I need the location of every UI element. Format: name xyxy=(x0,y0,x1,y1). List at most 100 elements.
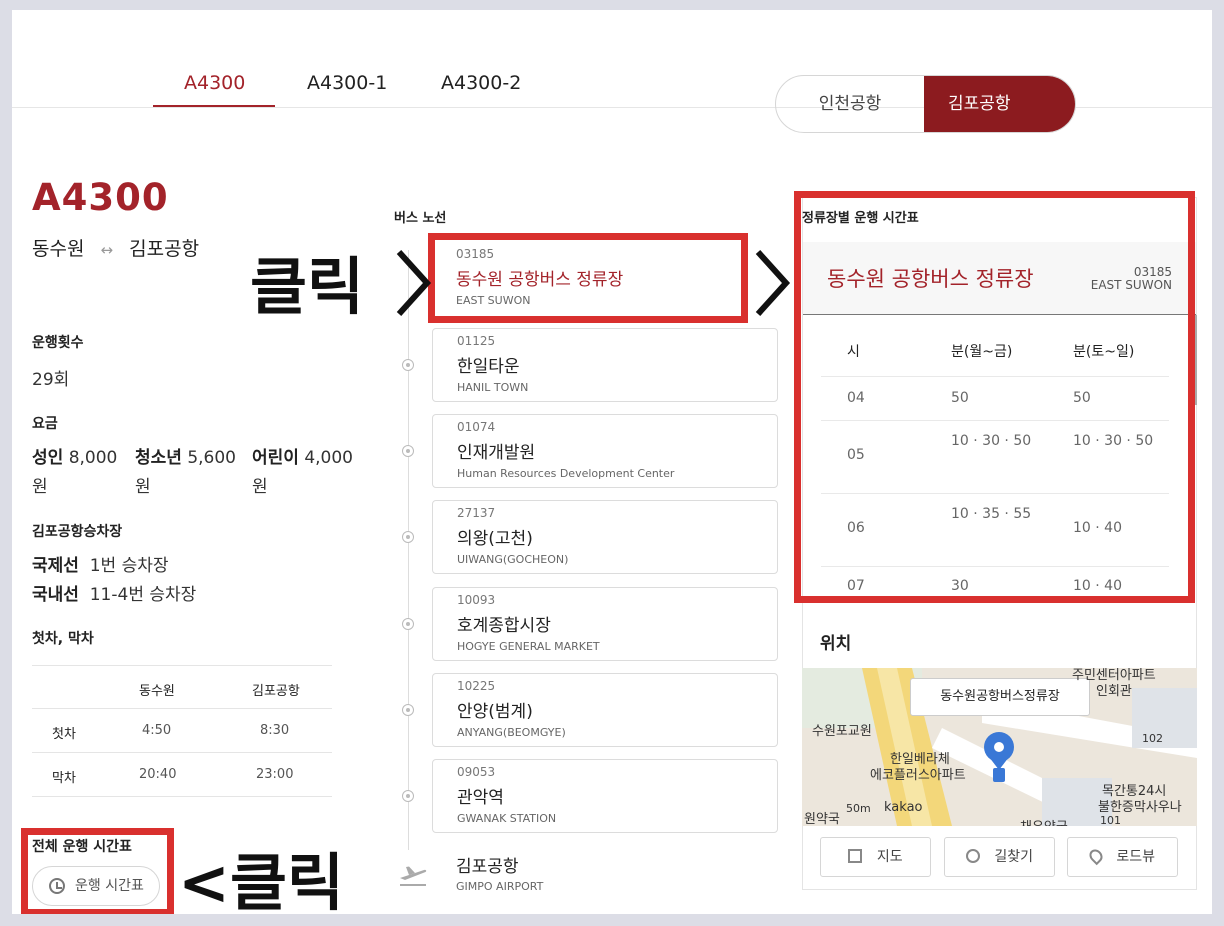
stop-name: 인재개발원 xyxy=(457,443,536,463)
stop-code: 01074 xyxy=(457,420,496,434)
trips-value: 29회 xyxy=(32,370,70,390)
annotation-box-timetable xyxy=(794,191,1195,603)
first-last-label: 첫차, 막차 xyxy=(32,631,94,647)
directions-button[interactable]: 길찾기 xyxy=(944,837,1055,877)
click-annotation-bottom: <클릭 xyxy=(178,846,345,914)
fare-child-value: 4,000 xyxy=(304,448,353,468)
stop-card[interactable]: 27137 의왕(고천) UIWANG(GOCHEON) xyxy=(432,500,778,574)
stop-name-en: HANIL TOWN xyxy=(457,381,529,394)
tab-a4300-1[interactable]: A4300-1 xyxy=(307,72,387,94)
route-title: A4300 xyxy=(32,176,169,219)
row-label: 막차 xyxy=(52,771,76,786)
stop-code: 27137 xyxy=(457,506,496,520)
route-to: 김포공항 xyxy=(129,238,200,260)
table-cell: 8:30 xyxy=(260,723,290,738)
location-pin-icon xyxy=(965,849,980,863)
stop-card[interactable]: 01125 한일타운 HANIL TOWN xyxy=(432,328,778,402)
stop-card[interactable]: 10093 호계종합시장 HOGYE GENERAL MARKET xyxy=(432,587,778,661)
map-callout: 동수원공항버스정류장 xyxy=(910,678,1090,716)
stop-name: 한일타운 xyxy=(457,357,520,377)
location-map[interactable]: 동수원공항버스정류장 주민센터아파트 인회관 수원포교원 한일베라체 에코플러스… xyxy=(802,668,1197,826)
map-label: 채우약국 xyxy=(1020,816,1068,826)
stop-card[interactable]: 01074 인재개발원 Human Resources Development … xyxy=(432,414,778,488)
tab-a4300[interactable]: A4300 xyxy=(184,72,245,94)
bidirectional-arrow-icon: ↔ xyxy=(100,241,114,259)
gimpo-airport-button[interactable]: 김포공항 xyxy=(924,76,1075,132)
gimpo-airport-label: 김포공항 xyxy=(948,94,1011,114)
stop-name-en: UIWANG(GOCHEON) xyxy=(457,553,569,566)
stop-name-en: HOGYE GENERAL MARKET xyxy=(457,640,600,653)
column-header: 동수원 xyxy=(139,684,175,699)
annotation-box-timetable-button xyxy=(21,828,174,914)
fare-adult-label: 성인 xyxy=(32,448,64,468)
first-last-table: 동수원 김포공항 첫차 4:50 8:30 막차 20:40 23:00 xyxy=(32,665,332,797)
stop-code: 01125 xyxy=(457,334,496,348)
click-annotation-top: 클릭 xyxy=(250,250,365,323)
map-label: 원약국 xyxy=(804,812,840,826)
stop-card[interactable]: 10225 안양(범계) ANYANG(BEOMGYE) xyxy=(432,673,778,747)
page: A4300 A4300-1 A4300-2 인천공항 김포공항 A4300 동수… xyxy=(12,10,1212,914)
table-cell: 20:40 xyxy=(139,767,177,782)
roadview-button[interactable]: 로드뷰 xyxy=(1067,837,1178,877)
pin-icon xyxy=(1086,846,1106,866)
chevron-right-icon xyxy=(755,249,791,317)
stop-code: 10093 xyxy=(457,593,496,607)
fare-youth-value: 5,600 xyxy=(187,448,236,468)
incheon-airport-button[interactable]: 인천공항 xyxy=(776,76,924,132)
stop-name-en: GWANAK STATION xyxy=(457,812,557,825)
chevron-right-icon xyxy=(396,249,432,317)
map-label: 102 xyxy=(1142,732,1163,745)
directions-label: 길찾기 xyxy=(994,849,1034,865)
map-view-button[interactable]: 지도 xyxy=(820,837,931,877)
stop-card[interactable]: 09053 관악역 GWANAK STATION xyxy=(432,759,778,833)
fare-adult: 성인 8,000 원 xyxy=(32,444,117,502)
map-label: 101 xyxy=(1100,814,1121,826)
fare-youth-unit: 원 xyxy=(135,477,151,497)
stop-code: 10225 xyxy=(457,679,496,693)
row-label: 첫차 xyxy=(52,727,76,742)
boarding-international-value: 1번 승차장 xyxy=(89,556,169,576)
stop-dot-icon xyxy=(402,790,414,802)
column-header: 김포공항 xyxy=(252,684,300,699)
boarding-domestic-label: 국내선 xyxy=(32,585,79,605)
boarding-international-label: 국제선 xyxy=(32,556,79,576)
stop-code: 09053 xyxy=(457,765,496,779)
route-line xyxy=(408,250,409,850)
fare-child: 어린이 4,000 원 xyxy=(252,444,353,502)
stop-name-en: Human Resources Development Center xyxy=(457,467,675,480)
fare-youth-label: 청소년 xyxy=(135,448,182,468)
roadview-label: 로드뷰 xyxy=(1116,849,1156,865)
airport-toggle: 인천공항 김포공항 xyxy=(775,75,1076,133)
stop-dot-icon xyxy=(402,618,414,630)
map-label: 인회관 xyxy=(1096,684,1132,699)
airplane-icon xyxy=(400,866,427,886)
terminal-name: 김포공항 xyxy=(456,857,519,877)
map-label: 수원포교원 xyxy=(812,724,872,739)
stop-dot-icon xyxy=(402,445,414,457)
annotation-box-stop xyxy=(428,233,748,323)
table-cell: 4:50 xyxy=(142,723,172,738)
stop-dot-icon xyxy=(402,359,414,371)
stop-name: 관악역 xyxy=(457,788,504,808)
stop-name-en: ANYANG(BEOMGYE) xyxy=(457,726,566,739)
terminal-name-en: GIMPO AIRPORT xyxy=(456,880,544,893)
map-view-label: 지도 xyxy=(876,849,903,865)
bus-route-label: 버스 노선 xyxy=(394,211,447,226)
route-endpoints: 동수원 ↔ 김포공항 xyxy=(32,234,199,261)
table-row: 막차 20:40 23:00 xyxy=(32,753,332,797)
trips-label: 운행횟수 xyxy=(32,335,84,351)
fare-adult-unit: 원 xyxy=(32,477,48,497)
map-label: 불한증막사우나 xyxy=(1098,800,1182,815)
fare-child-label: 어린이 xyxy=(252,448,299,468)
boarding-domestic: 국내선 11-4번 승차장 xyxy=(32,580,196,605)
boarding-domestic-value: 11-4번 승차장 xyxy=(89,585,197,605)
route-from: 동수원 xyxy=(32,238,85,260)
boarding-label: 김포공항승차장 xyxy=(32,524,123,540)
fare-child-unit: 원 xyxy=(252,477,268,497)
map-icon xyxy=(848,849,863,863)
stop-dot-icon xyxy=(402,531,414,543)
boarding-international: 국제선 1번 승차장 xyxy=(32,551,169,576)
tab-a4300-2[interactable]: A4300-2 xyxy=(441,72,521,94)
fare-adult-value: 8,000 xyxy=(68,448,118,468)
table-header-row: 동수원 김포공항 xyxy=(32,665,332,709)
